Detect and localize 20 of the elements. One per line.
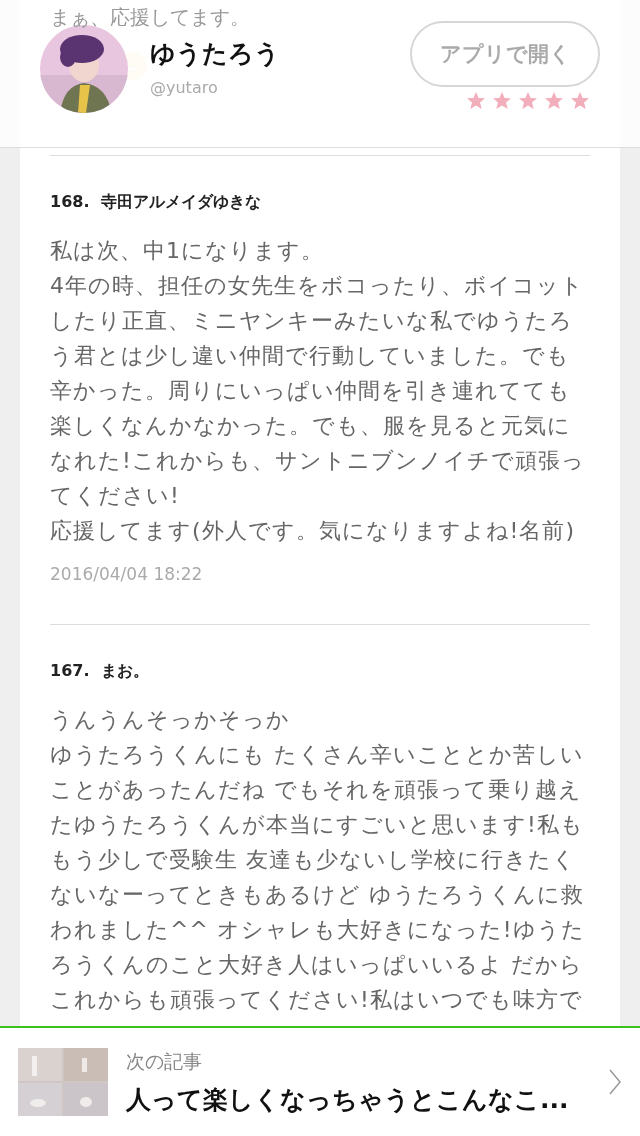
star-icon: [544, 91, 564, 111]
comment-date: 2016/04/04 18:22: [50, 564, 204, 584]
star-icon: [466, 91, 486, 111]
comment-text: うんうんそっかそっか: [50, 706, 291, 734]
next-article-title: 人って楽しくなっちゃうとこんなこ...: [126, 1083, 570, 1116]
next-article-bar[interactable]: 次の記事 人って楽しくなっちゃうとこんなこ...: [0, 1026, 640, 1136]
star-icon: [492, 91, 512, 111]
comment-author: 167. まお。: [50, 661, 150, 682]
comment-text: ゆうたろうくんにも たくさん辛いこととか苦しいことがあったんだね でもそれを頑張って乗り越えたゆうたろうくんが本当にすごいと思います!私ももう少しで受験生 友達も少ないし学校に行きたくないなーってときもあるけど ゆうたろうくんに救われました^^ オシャレも大好きになった!ゆうたろうくんのこと大好き人はいっぱいいるよ だからこれからも頑張ってください!私はいつでも味方で: [50, 741, 586, 1014]
user-handle: @yutaro: [150, 77, 219, 97]
star-icon: [518, 91, 538, 111]
next-article-label: 次の記事: [126, 1048, 203, 1074]
star-icon: [570, 91, 590, 111]
user-name: ゆうたろう: [150, 37, 281, 70]
comment-text: 4年の時、担任の女先生をボコったり、ボイコットしたり正直、ミニヤンキーみたいな私でゆうたろう君とは少し違い仲間で行動していました。でも辛かった。周りにいっぱい仲間を引き連れてても楽しくなんかなかった。でも、服を見ると元気になれた!これからも、サントニブンノイチで頑張ってください!: [50, 272, 586, 510]
comment-text: 応援してます(外人です。気になりますよね!名前): [50, 517, 576, 545]
comment-author: 168. 寺田アルメイダゆきな: [50, 192, 262, 213]
comment-text: 私は次、中1になります。: [50, 237, 325, 265]
chevron-right-icon: [608, 1068, 622, 1096]
comment-text: まぁ、応援してます。: [50, 4, 250, 31]
